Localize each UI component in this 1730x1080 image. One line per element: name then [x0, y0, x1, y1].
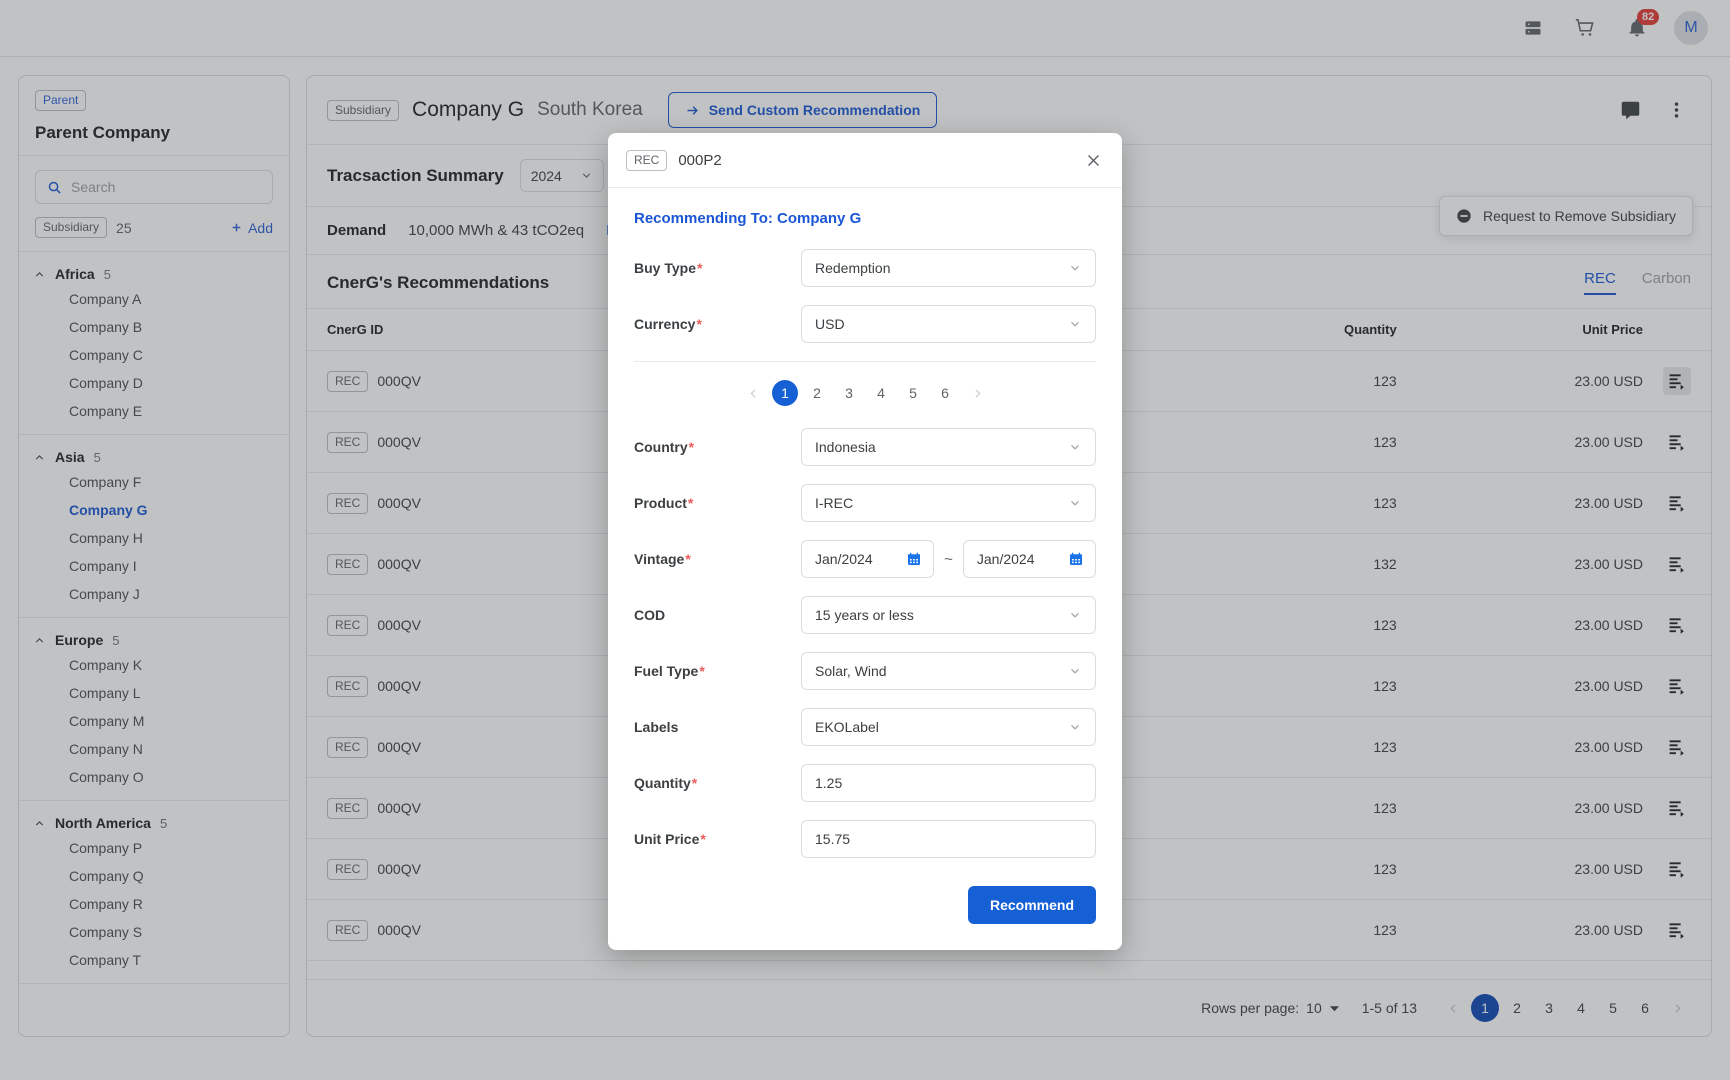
unit-price-value: 15.75 — [815, 831, 851, 847]
calendar-icon[interactable] — [1068, 551, 1084, 567]
currency-value: USD — [815, 316, 845, 332]
labels-select[interactable]: EKOLabel — [801, 708, 1096, 746]
product-select[interactable]: I-REC — [801, 484, 1096, 522]
custom-recommendation-modal: REC 000P2 Recommending To: Company G Buy… — [608, 133, 1122, 950]
field-currency: Currency* USD — [634, 305, 1096, 343]
modal-id: 000P2 — [678, 151, 722, 169]
vintage-from-input[interactable]: Jan/2024 — [801, 540, 935, 578]
vintage-from-value: Jan/2024 — [815, 551, 873, 567]
chevron-down-icon — [1068, 664, 1082, 678]
close-icon[interactable] — [1082, 149, 1104, 171]
fuel-type-value: Solar, Wind — [815, 663, 887, 679]
quantity-value: 1.25 — [815, 775, 843, 791]
pagination-next-icon[interactable] — [964, 380, 990, 406]
field-unit-price: Unit Price* 15.75 — [634, 820, 1096, 858]
pagination-page-4[interactable]: 4 — [868, 380, 894, 406]
country-label: Country* — [634, 439, 695, 455]
labels-label: Labels — [634, 719, 679, 735]
field-product: Product* I-REC — [634, 484, 1096, 522]
recommend-button[interactable]: Recommend — [967, 886, 1096, 924]
modal-header: REC 000P2 — [608, 133, 1122, 188]
vintage-to-value: Jan/2024 — [976, 551, 1035, 567]
chevron-down-icon — [1068, 496, 1082, 510]
pagination-page-6[interactable]: 6 — [932, 380, 958, 406]
pagination-page-2[interactable]: 2 — [804, 380, 830, 406]
calendar-icon[interactable] — [906, 551, 922, 567]
buy-type-value: Redemption — [815, 260, 891, 276]
cod-value: 15 years or less — [815, 607, 914, 623]
pagination-page-3[interactable]: 3 — [836, 380, 862, 406]
cod-select[interactable]: 15 years or less — [801, 596, 1096, 634]
field-buy-type: Buy Type* Redemption — [634, 249, 1096, 287]
quantity-input[interactable]: 1.25 — [801, 764, 1096, 802]
pagination-page-1[interactable]: 1 — [772, 380, 798, 406]
fuel-type-select[interactable]: Solar, Wind — [801, 652, 1096, 690]
buy-type-label: Buy Type* — [634, 260, 703, 276]
buy-type-select[interactable]: Redemption — [801, 249, 1096, 287]
field-country: Country* Indonesia — [634, 428, 1096, 466]
vintage-to-input[interactable]: Jan/2024 — [962, 540, 1097, 578]
chevron-down-icon — [1068, 608, 1082, 622]
chevron-down-icon — [1068, 440, 1082, 454]
modal-pagination: 123456 — [634, 362, 1096, 428]
product-value: I-REC — [815, 495, 854, 511]
chevron-down-icon — [1068, 261, 1082, 275]
fuel-type-label: Fuel Type* — [634, 663, 705, 679]
field-labels: Labels EKOLabel — [634, 708, 1096, 746]
unit-price-input[interactable]: 15.75 — [801, 820, 1096, 858]
field-quantity: Quantity* 1.25 — [634, 764, 1096, 802]
recommending-to-label: Recommending To: Company G — [634, 210, 862, 227]
vintage-separator: ~ — [944, 550, 953, 568]
currency-label: Currency* — [634, 316, 702, 332]
chevron-down-icon — [1068, 720, 1082, 734]
modal-body: Recommending To: Company G Buy Type* Red… — [608, 188, 1122, 870]
field-cod: COD 15 years or less — [634, 596, 1096, 634]
cod-label: COD — [634, 607, 666, 623]
currency-select[interactable]: USD — [801, 305, 1096, 343]
quantity-label: Quantity* — [634, 775, 698, 791]
modal-rec-badge: REC — [626, 149, 668, 171]
field-vintage: Vintage* Jan/2024 ~ Jan/2024 — [634, 540, 1097, 578]
labels-value: EKOLabel — [815, 719, 879, 735]
country-value: Indonesia — [815, 439, 876, 455]
country-select[interactable]: Indonesia — [801, 428, 1096, 466]
pagination-page-5[interactable]: 5 — [900, 380, 926, 406]
pagination-prev-icon[interactable] — [740, 380, 766, 406]
product-label: Product* — [634, 495, 694, 511]
unit-price-label: Unit Price* — [634, 831, 706, 847]
modal-footer: Recommend — [608, 870, 1122, 950]
vintage-label: Vintage* — [634, 551, 691, 567]
chevron-down-icon — [1068, 317, 1082, 331]
field-fuel-type: Fuel Type* Solar, Wind — [634, 652, 1096, 690]
